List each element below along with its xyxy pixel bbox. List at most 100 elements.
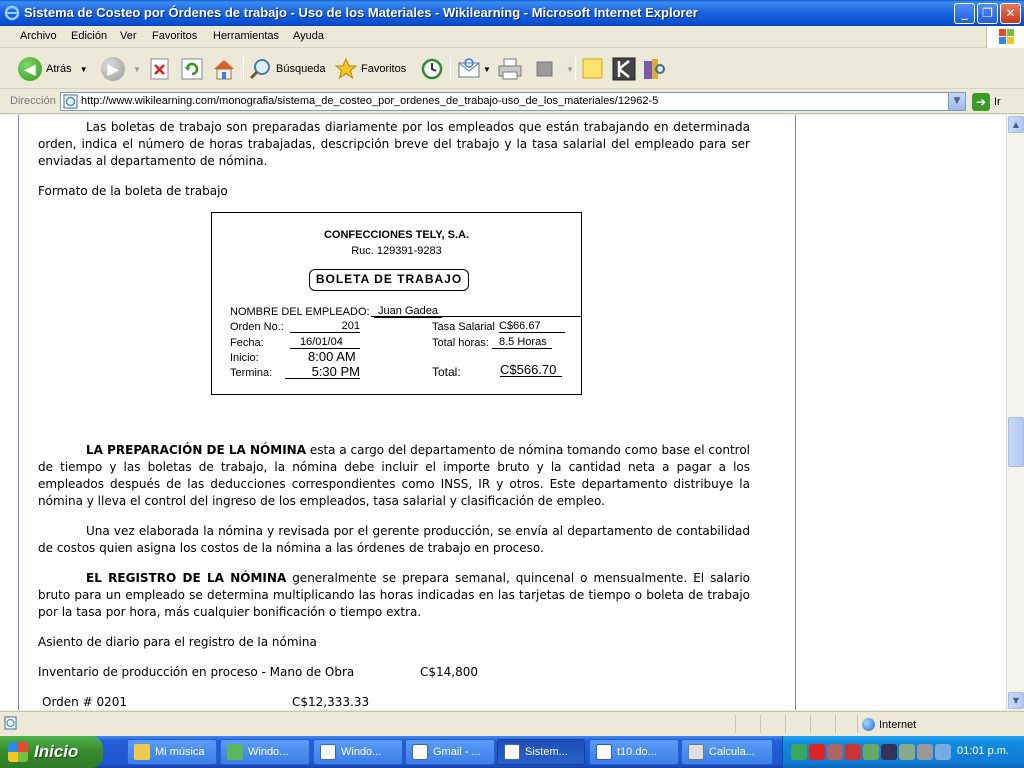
status-cell [735,715,759,733]
forward-dropdown-icon[interactable]: ▼ [133,65,141,74]
status-cell [785,715,809,733]
task-label: Gmail - ... [433,746,481,758]
favorites-label: Favoritos [361,63,407,75]
paragraph-boletas: Las boletas de trabajo son preparadas di… [38,119,750,170]
address-dropdown-icon[interactable]: ▼ [948,93,965,110]
back-label: Atrás [46,63,72,75]
task-sistema[interactable]: Sistem... [497,739,585,765]
paragraph-preparacion: LA PREPARACIÓN DE LA NÓMINA esta a cargo… [38,442,750,510]
security-zone: Internet [862,718,916,731]
ie-window-icon [412,744,428,760]
toolbar: ◀ Atrás ▼ ▶ ▼ Búsqueda Favoritos ▼ ▼ [0,49,1024,89]
page-status-icon [4,716,17,730]
boleta-form: CONFECCIONES TELY, S.A. Ruc. 129391-9283… [211,212,582,395]
task-label: Calcula... [709,746,755,758]
research-button[interactable] [642,55,666,83]
edit-dropdown-icon[interactable]: ▼ [566,65,574,74]
tray-app-icon[interactable] [935,744,951,760]
discuss-button[interactable] [582,55,604,83]
internet-explorer-icon [4,5,20,21]
formato-label: Formato de la boleta de trabajo [38,184,228,198]
research-icon [644,59,665,79]
close-button[interactable]: ✕ [1000,3,1021,24]
task-calculadora[interactable]: Calcula... [681,739,773,765]
maximize-button[interactable]: ❐ [977,3,998,24]
favorites-star-icon [334,57,358,80]
tray-app-icon[interactable] [845,744,861,760]
boleta-total-label: Total: [432,365,461,379]
window-title: Sistema de Costeo por Órdenes de trabajo… [24,5,698,20]
mail-button[interactable]: ▼ [457,55,491,83]
boleta-order-label: Orden No.: [230,321,284,333]
search-button[interactable]: Búsqueda [249,55,326,83]
network-icon[interactable] [791,744,807,760]
messenger-button[interactable] [612,55,636,83]
tray-app-icon[interactable] [827,744,843,760]
word-icon [596,744,612,760]
edit-button[interactable]: ▼ [536,55,574,83]
refresh-button[interactable] [181,55,203,83]
menu-favoritos[interactable]: Favoritos [152,30,197,42]
status-cell [810,715,834,733]
forward-button[interactable]: ▶ ▼ [101,55,141,83]
task-word[interactable]: t10.do... [589,739,679,765]
page-content: Las boletas de trabajo son preparadas di… [0,115,1024,710]
favorites-button[interactable]: Favoritos [334,55,406,83]
menu-archivo[interactable]: Archivo [20,30,57,42]
history-icon [421,58,443,80]
windows-start-icon [8,742,28,762]
boleta-company: CONFECCIONES TELY, S.A. [323,229,470,241]
back-arrow-icon: ◀ [18,57,42,81]
status-bar: Internet [0,711,1024,735]
task-label: Mi música [155,746,205,758]
home-icon [214,60,234,80]
print-button[interactable] [497,55,523,83]
tray-app-icon[interactable] [863,744,879,760]
messenger-icon [612,57,636,81]
address-input[interactable]: http://www.wikilearning.com/monografia/s… [60,92,966,111]
ie-window-icon [320,744,336,760]
task-mi-musica[interactable]: Mi música [127,739,217,765]
note-icon [582,58,603,79]
stop-button[interactable] [150,55,170,83]
boleta-date-label: Fecha: [230,337,264,349]
mail-dropdown-icon[interactable]: ▼ [483,65,491,74]
task-windows-1[interactable]: Windo... [220,739,310,765]
clock[interactable]: 01:01 p.m. [957,745,1009,757]
tray-app-icon[interactable] [899,744,915,760]
inventario-amount: C$14,800 [420,665,479,679]
menu-herramientas[interactable]: Herramientas [213,30,279,42]
windows-logo-icon [986,26,1024,48]
minimize-button[interactable]: _ [954,3,975,24]
boleta-start: 8:00 AM [308,349,356,364]
refresh-icon [181,58,203,80]
page-icon [63,94,78,109]
tray-app-icon[interactable] [917,744,933,760]
back-dropdown-icon[interactable]: ▼ [80,65,88,74]
home-button[interactable] [211,55,237,83]
paragraph-elaborada-text: Una vez elaborada la nómina y revisada p… [38,524,750,555]
scroll-down-icon[interactable]: ▼ [1008,692,1024,709]
scroll-up-icon[interactable]: ▲ [1008,116,1024,133]
menu-edicion[interactable]: Edición [71,30,107,42]
history-button[interactable] [419,55,443,83]
vertical-scrollbar[interactable]: ▲ ▼ [1006,115,1024,710]
boleta-title: BOLETA DE TRABAJO [309,269,469,291]
go-label: Ir [994,96,1001,108]
menu-ver[interactable]: Ver [120,30,137,42]
task-gmail[interactable]: Gmail - ... [405,739,495,765]
search-icon [249,59,270,80]
menu-ayuda[interactable]: Ayuda [293,30,324,42]
frame-border-left [18,115,19,710]
antivirus-icon[interactable] [809,744,825,760]
task-windows-2[interactable]: Windo... [313,739,403,765]
menu-bar: Archivo Edición Ver Favoritos Herramient… [0,26,1024,48]
boleta-end: 5:30 PM [285,364,360,379]
scroll-thumb[interactable] [1008,417,1024,467]
back-button[interactable]: ◀ Atrás ▼ [18,55,88,83]
go-button[interactable]: ➔ Ir [972,93,1001,111]
tray-app-icon[interactable] [881,744,897,760]
start-button[interactable]: Inicio [0,736,103,768]
paragraph-boletas-text: Las boletas de trabajo son preparadas di… [38,120,750,168]
status-cell [835,715,859,733]
